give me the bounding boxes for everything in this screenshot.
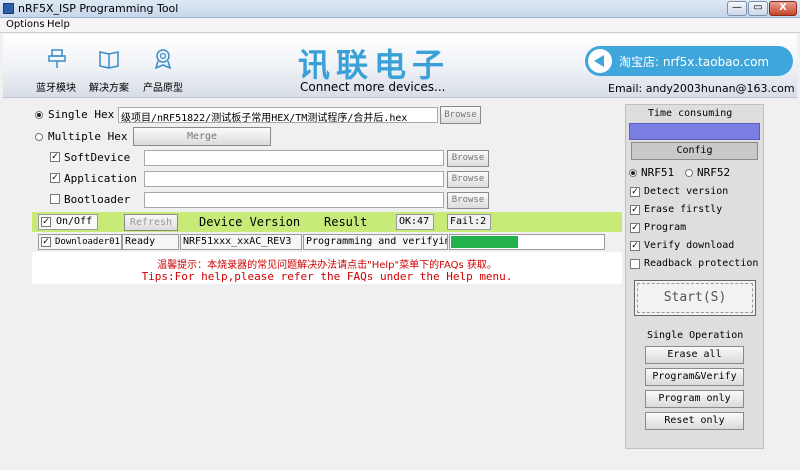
application-path-field[interactable] (144, 171, 444, 187)
fail-count: Fail:2 (447, 214, 491, 230)
multiple-hex-radio[interactable] (35, 133, 43, 141)
single-hex-radio[interactable] (35, 111, 43, 119)
softdevice-path-field[interactable] (144, 150, 444, 166)
verify-download-checkbox[interactable]: ✓ (630, 241, 640, 251)
nav-solutions[interactable]: 解决方案 (89, 79, 129, 94)
maximize-button[interactable]: ▭ (748, 1, 768, 16)
single-hex-label: Single Hex (48, 108, 115, 121)
bluetooth-module-icon[interactable] (46, 48, 68, 70)
downloader-result: Programming and verifyin (303, 234, 448, 250)
close-button[interactable]: X (769, 1, 797, 16)
taobao-link[interactable]: 淘宝店: nrf5x.taobao.com (585, 46, 793, 76)
bootloader-label: Bootloader (64, 193, 131, 206)
minimize-button[interactable]: — (727, 1, 747, 16)
taobao-label: 淘宝店: nrf5x.taobao.com (619, 55, 770, 69)
start-button[interactable]: Start(S) (634, 280, 756, 316)
multiple-hex-label: Multiple Hex (48, 130, 128, 143)
menu-options[interactable]: Options (6, 19, 45, 30)
detect-version-label: Detect version (644, 186, 729, 197)
ok-count: OK:47 (396, 214, 434, 230)
control-panel: Time consuming Config NRF51 NRF52 ✓ Detec… (625, 104, 764, 449)
onoff-checkbox[interactable]: ✓ (41, 217, 51, 227)
erase-firstly-label: Erase firstly (644, 204, 723, 215)
downloader-state: Ready (122, 234, 179, 250)
tips-en: Tips:For help,please refer the FAQs unde… (141, 270, 513, 283)
nav-prototype[interactable]: 产品原型 (143, 79, 183, 94)
application-checkbox[interactable]: ✓ (50, 173, 60, 183)
detect-version-checkbox[interactable]: ✓ (630, 187, 640, 197)
config-button[interactable]: Config (631, 142, 758, 160)
downloader-name: Downloader01 (55, 237, 121, 247)
download-progress-bar (449, 234, 605, 250)
reset-only-button[interactable]: Reset only (645, 412, 744, 430)
book-icon[interactable] (98, 48, 120, 70)
bootloader-path-field[interactable] (144, 192, 444, 208)
onoff-toggle[interactable]: ✓ On/Off (38, 214, 98, 230)
prototype-icon[interactable] (152, 48, 174, 70)
time-consuming-label: Time consuming (648, 108, 733, 119)
menu-help[interactable]: Help (47, 19, 70, 30)
readback-protection-label: Readback protection (644, 258, 759, 269)
verify-download-label: Verify download (644, 240, 735, 251)
menu-bar: Options Help (0, 18, 800, 33)
result-header: Result (324, 215, 368, 229)
program-only-button[interactable]: Program only (645, 390, 744, 408)
title-bar: nRF5X_ISP Programming Tool — ▭ X (0, 0, 800, 18)
onoff-label: On/Off (56, 216, 93, 227)
tips-cn: 温馨提示：本烧录器的常见问题解决办法请点击"Help"菜单下的FAQs 获取。 (157, 260, 497, 271)
brand-slogan: Connect more devices... (300, 80, 446, 94)
application-browse-button[interactable]: Browse (447, 171, 489, 188)
device-version-header: Device Version (199, 215, 301, 229)
program-verify-button[interactable]: Program&Verify (645, 368, 744, 386)
nrf52-radio[interactable] (685, 169, 693, 177)
app-icon (3, 3, 14, 14)
banner: 蓝牙模块 解决方案 产品原型 讯联电子 Connect more devices… (3, 34, 797, 98)
erase-firstly-checkbox[interactable]: ✓ (630, 205, 640, 215)
erase-all-button[interactable]: Erase all (645, 346, 744, 364)
download-progress-fill (451, 236, 518, 248)
tips-panel: 温馨提示：本烧录器的常见问题解决办法请点击"Help"菜单下的FAQs 获取。 … (32, 252, 622, 284)
single-hex-browse-button[interactable]: Browse (440, 106, 481, 124)
application-label: Application (64, 172, 137, 185)
downloader-device-version: NRF51xxx_xxAC_REV3 (180, 234, 302, 250)
readback-protection-checkbox[interactable] (630, 259, 640, 269)
softdevice-browse-button[interactable]: Browse (447, 150, 489, 167)
bootloader-checkbox[interactable] (50, 194, 60, 204)
merge-button[interactable]: Merge (133, 127, 271, 146)
nrf51-radio[interactable] (629, 169, 637, 177)
softdevice-checkbox[interactable]: ✓ (50, 152, 60, 162)
downloader-toggle[interactable]: ✓ Downloader01 (38, 234, 122, 250)
time-consuming-bar (629, 123, 760, 140)
nrf51-label: NRF51 (641, 166, 675, 179)
bootloader-browse-button[interactable]: Browse (447, 192, 489, 209)
program-checkbox[interactable]: ✓ (630, 223, 640, 233)
arrow-left-icon (588, 49, 612, 73)
program-label: Program (644, 222, 687, 233)
downloader-checkbox[interactable]: ✓ (41, 237, 51, 247)
nrf52-label: NRF52 (697, 166, 731, 179)
refresh-button[interactable]: Refresh (124, 214, 178, 231)
contact-email: Email: andy2003hunan@163.com (608, 82, 795, 95)
nav-bluetooth-module[interactable]: 蓝牙模块 (36, 79, 76, 94)
single-hex-path-field[interactable]: 级项目/nRF51822/测试板子常用HEX/TM测试程序/合并后.hex (118, 107, 438, 123)
single-operation-label: Single Operation (647, 330, 744, 341)
window-title: nRF5X_ISP Programming Tool (18, 2, 179, 15)
softdevice-label: SoftDevice (64, 151, 131, 164)
